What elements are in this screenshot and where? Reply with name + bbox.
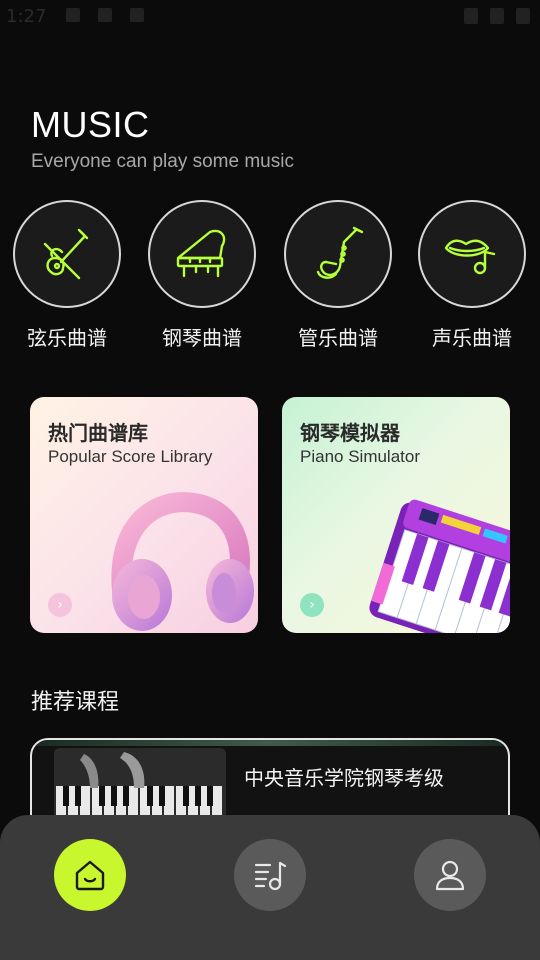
course-title: 中央音乐学院钢琴考级 [244, 766, 444, 790]
headphones-image [111, 492, 254, 631]
category-circle[interactable] [284, 200, 392, 308]
category-label: 弦乐曲谱 [27, 326, 107, 350]
course-accent-bar [32, 740, 508, 746]
app-icon [130, 8, 144, 22]
card-subtitle: Popular Score Library [48, 447, 213, 466]
tab-scores[interactable] [234, 839, 306, 911]
section-title: 推荐课程 [31, 690, 120, 715]
category-vocal[interactable]: 声乐曲谱 [418, 200, 526, 351]
music-list-icon [254, 861, 287, 891]
status-bar: 1:27 [0, 0, 540, 34]
card-title: 钢琴模拟器 [300, 421, 400, 445]
category-row: 弦乐曲谱 钢琴曲谱 管乐曲谱 声乐曲谱 [0, 200, 540, 360]
user-icon [435, 860, 465, 891]
category-label: 声乐曲谱 [432, 326, 512, 350]
chevron-right-icon[interactable]: › [48, 593, 72, 617]
download-icon [98, 8, 112, 22]
category-winds[interactable]: 管乐曲谱 [284, 200, 392, 351]
chevron-right-icon[interactable]: › [300, 593, 324, 617]
tab-profile[interactable] [414, 839, 486, 911]
category-label: 钢琴曲谱 [162, 326, 242, 350]
status-system-icons [464, 8, 530, 24]
piano-simulator-card[interactable]: 钢琴模拟器 Piano Simulator › [282, 397, 510, 633]
keyboard-image [369, 499, 510, 633]
notification-icon [66, 8, 80, 22]
lips-note-icon [444, 239, 496, 275]
card-subtitle: Piano Simulator [300, 447, 421, 466]
category-circle[interactable] [13, 200, 121, 308]
battery-icon [516, 8, 530, 24]
status-notification-icons [66, 8, 144, 22]
bottom-tab-bar [0, 815, 540, 960]
home-icon [75, 860, 105, 891]
status-time: 1:27 [6, 6, 47, 27]
saxophone-icon [316, 226, 364, 279]
page-subtitle: Everyone can play some music [31, 151, 294, 172]
violin-icon [43, 228, 89, 280]
signal-icon [490, 8, 504, 24]
page-title: MUSIC [31, 104, 150, 145]
grand-piano-icon [176, 229, 226, 278]
category-circle[interactable] [148, 200, 256, 308]
popular-score-card[interactable]: 热门曲谱库 Popular Score Library › [30, 397, 258, 633]
category-circle[interactable] [418, 200, 526, 308]
category-strings[interactable]: 弦乐曲谱 [13, 200, 121, 351]
category-piano[interactable]: 钢琴曲谱 [148, 200, 256, 351]
course-thumbnail [54, 748, 226, 820]
wifi-icon [464, 8, 478, 24]
card-title: 热门曲谱库 [48, 421, 148, 445]
category-label: 管乐曲谱 [298, 326, 378, 350]
tab-home[interactable] [54, 839, 126, 911]
